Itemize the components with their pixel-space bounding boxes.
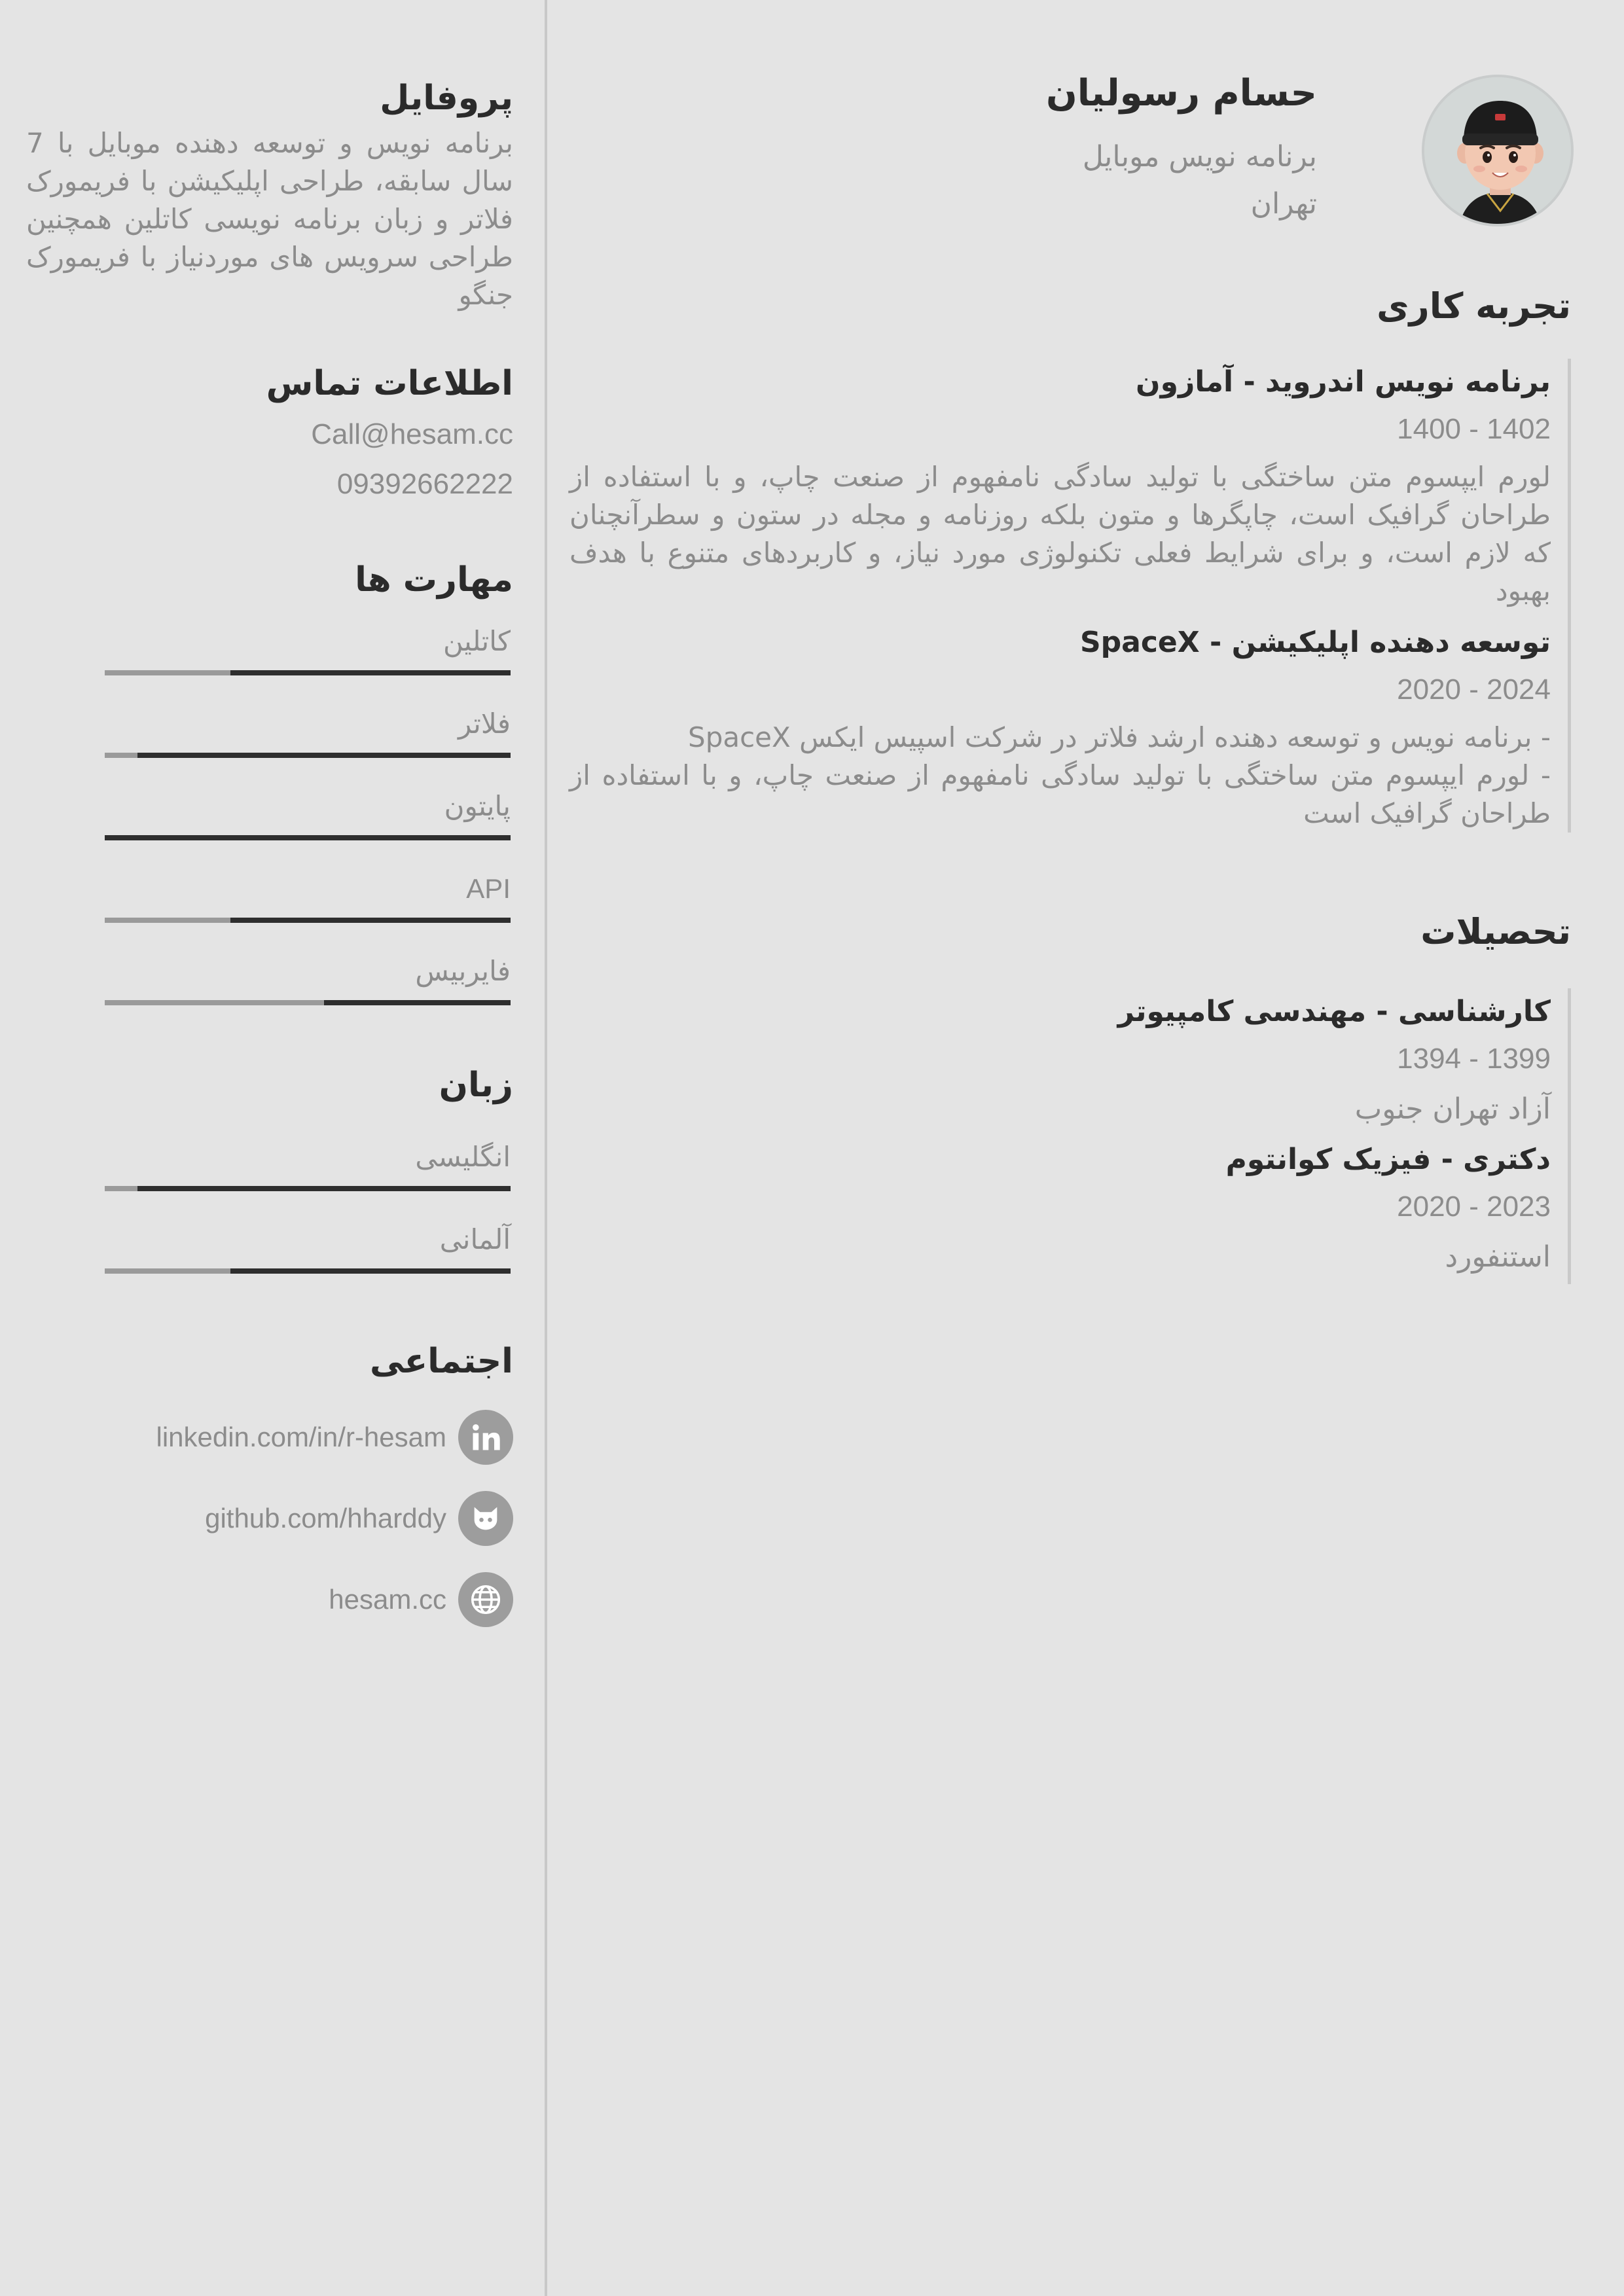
skill-bar	[105, 1000, 511, 1005]
social-item-github[interactable]: github.com/hharddy	[26, 1478, 513, 1559]
github-icon	[458, 1491, 513, 1546]
contact-email[interactable]: Call@hesam.cc	[26, 410, 513, 459]
language-item: انگلیسی	[105, 1124, 511, 1207]
skill-bar-fill	[230, 670, 511, 675]
experience-item: برنامه نویس اندروید - آمازون 1400 - 1402…	[569, 359, 1551, 610]
skills-list: کاتلین فلاتر پایتون API فایربیس	[26, 609, 513, 1021]
language-label: آلمانی	[439, 1223, 511, 1255]
skill-bar	[105, 835, 511, 840]
skill-label: پایتون	[444, 790, 511, 822]
city: تهران	[1250, 187, 1317, 221]
education-date: 1394 - 1399	[1397, 1043, 1551, 1075]
social-item-linkedin[interactable]: linkedin.com/in/r-hesam	[26, 1397, 513, 1478]
website-url[interactable]: hesam.cc	[329, 1584, 446, 1615]
social-heading: اجتماعی	[369, 1342, 513, 1381]
profile-heading: پروفایل	[380, 79, 513, 118]
skill-item: کاتلین	[105, 609, 511, 691]
education-item: کارشناسی - مهندسی کامپیوتر 1394 - 1399 آ…	[569, 988, 1551, 1136]
language-item: آلمانی	[105, 1207, 511, 1289]
education-item: دکتری - فیزیک کوانتوم 2020 - 2023 استنفو…	[569, 1136, 1551, 1284]
education-heading: تحصیلات	[1420, 911, 1571, 952]
skill-bar-fill	[105, 835, 511, 840]
skill-bar	[105, 670, 511, 675]
language-bar	[105, 1268, 511, 1274]
language-bar	[105, 1186, 511, 1191]
skill-bar-fill	[137, 753, 511, 758]
linkedin-icon	[458, 1410, 513, 1465]
skill-item: فایربیس	[105, 939, 511, 1021]
education-school: آزاد تهران جنوب	[1354, 1092, 1551, 1126]
skill-bar-fill	[230, 918, 511, 923]
avatar	[1422, 75, 1574, 226]
contact-section: اطلاعات تماس Call@hesam.cc 09392662222	[26, 357, 513, 509]
languages-heading: زبان	[439, 1066, 513, 1105]
education-timeline: کارشناسی - مهندسی کامپیوتر 1394 - 1399 آ…	[569, 988, 1571, 1284]
profile-text: برنامه نویس و توسعه دهنده موبایل با 7 سا…	[26, 127, 513, 311]
social-list: linkedin.com/in/r-hesam github.com/hhard…	[26, 1397, 513, 1640]
globe-icon	[458, 1572, 513, 1627]
skills-section: مهارت ها کاتلین فلاتر پایتون API فایربیس	[26, 554, 513, 1021]
experience-description: لورم ایپسوم متن ساختگی با تولید سادگی نا…	[569, 461, 1551, 607]
social-item-website[interactable]: hesam.cc	[26, 1559, 513, 1640]
education-school: استنفورد	[1445, 1240, 1551, 1274]
experience-date: 2020 - 2024	[1397, 673, 1551, 706]
skill-bar	[105, 753, 511, 758]
skills-heading: مهارت ها	[355, 560, 513, 600]
full-name: حسام رسولیان	[1045, 72, 1317, 115]
profile-section: پروفایل برنامه نویس و توسعه دهنده موبایل…	[26, 72, 513, 314]
skill-label: API	[466, 873, 511, 904]
experience-heading: تجربه کاری	[1377, 285, 1571, 327]
sidebar: پروفایل برنامه نویس و توسعه دهنده موبایل…	[26, 72, 513, 1640]
languages-section: زبان انگلیسی آلمانی	[26, 1059, 513, 1289]
languages-list: انگلیسی آلمانی	[26, 1124, 513, 1289]
education-title: کارشناسی - مهندسی کامپیوتر	[1117, 995, 1551, 1028]
experience-description: - برنامه نویس و توسعه دهنده ارشد فلاتر د…	[569, 721, 1551, 829]
resume-page: پروفایل برنامه نویس و توسعه دهنده موبایل…	[0, 0, 1624, 2296]
skill-label: کاتلین	[442, 625, 511, 657]
skill-bar-fill	[323, 1000, 511, 1005]
language-label: انگلیسی	[415, 1141, 511, 1173]
skill-label: فلاتر	[458, 708, 511, 740]
experience-date: 1400 - 1402	[1397, 413, 1551, 445]
skill-item: API	[105, 856, 511, 939]
skill-item: پایتون	[105, 774, 511, 856]
language-bar-fill	[137, 1186, 511, 1191]
skill-item: فلاتر	[105, 691, 511, 774]
linkedin-url[interactable]: linkedin.com/in/r-hesam	[156, 1422, 446, 1453]
job-title: برنامه نویس موبایل	[1082, 140, 1317, 173]
experience-timeline: برنامه نویس اندروید - آمازون 1400 - 1402…	[569, 359, 1571, 833]
contact-phone[interactable]: 09392662222	[26, 459, 513, 509]
language-bar-fill	[230, 1268, 511, 1274]
skill-label: فایربیس	[415, 955, 511, 987]
education-date: 2020 - 2023	[1397, 1191, 1551, 1223]
experience-title: برنامه نویس اندروید - آمازون	[1136, 365, 1551, 399]
education-title: دکتری - فیزیک کوانتوم	[1225, 1143, 1551, 1176]
social-section: اجتماعی linkedin.com/in/r-hesam github.c…	[26, 1335, 513, 1640]
column-divider	[545, 0, 547, 2296]
github-url[interactable]: github.com/hharddy	[205, 1503, 446, 1534]
experience-item: توسعه دهنده اپلیکیشن - SpaceX 2020 - 202…	[569, 619, 1551, 833]
skill-bar	[105, 918, 511, 923]
contact-heading: اطلاعات تماس	[266, 364, 513, 403]
experience-title: توسعه دهنده اپلیکیشن - SpaceX	[1079, 626, 1551, 659]
